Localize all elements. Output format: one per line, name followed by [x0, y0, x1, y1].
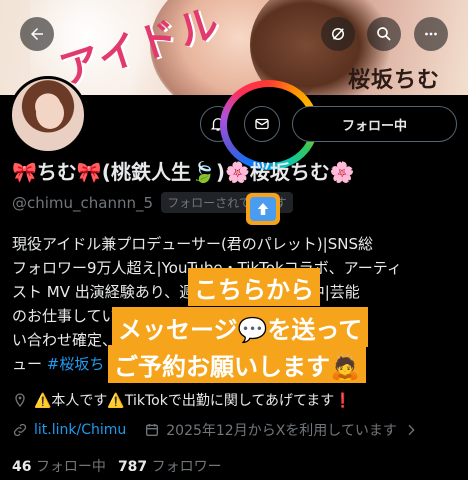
location-text: ⚠️本人です⚠️TikTokで出勤に関してあげてます❗: [34, 393, 352, 409]
overlay-caption-line1: こちらから: [188, 268, 320, 306]
link-icon: [13, 423, 27, 437]
hashtag-link[interactable]: #桜坂ち: [47, 355, 105, 373]
handle: @chimu_channn_5: [12, 193, 154, 212]
followers-stat[interactable]: 787 フォロワー: [118, 456, 222, 476]
followers-count: 787: [117, 459, 148, 475]
profile-link[interactable]: lit.link/Chimu: [34, 422, 126, 438]
mail-icon: [255, 118, 269, 130]
message-button[interactable]: [244, 106, 280, 142]
notification-off-icon: [332, 28, 344, 40]
up-arrow-sticker: [246, 193, 280, 225]
bio-line: ュー: [12, 355, 47, 373]
up-arrow-icon: [257, 203, 269, 215]
followers-label: フォロワー: [151, 459, 222, 475]
search-icon: [377, 27, 391, 41]
avatar-face: [36, 97, 64, 129]
location-row: ⚠️本人です⚠️TikTokで出勤に関してあげてます❗: [12, 390, 352, 410]
following-count: 46: [12, 459, 32, 475]
back-arrow-icon: [31, 28, 43, 40]
more-icon: [425, 32, 437, 36]
overlay-caption-line2: メッセージ💬を送って: [112, 307, 369, 347]
following-label: フォロー中: [35, 459, 106, 475]
profile-banner[interactable]: アイドル 桜坂ちむ: [0, 0, 468, 95]
location-pin-icon: [15, 393, 25, 408]
following-stat[interactable]: 46 フォロー中: [12, 456, 106, 476]
chevron-right-icon[interactable]: [403, 422, 419, 438]
banner-name-text: 桜坂ちむ: [348, 68, 441, 93]
search-button[interactable]: [367, 17, 401, 51]
more-button[interactable]: [414, 17, 448, 51]
overlay-caption-line3: ご予約お願いします🙇: [108, 345, 366, 383]
bio-line: 現役アイドル兼プロデューサー(君のパレット)|SNS総: [12, 235, 373, 253]
display-name: 🎀ちむ🎀(桃鉄人生🍃)🌸桜坂ちむ🌸: [12, 160, 355, 184]
link-joined-row: lit.link/Chimu 2025年12月からXを利用しています: [12, 420, 419, 440]
calendar-icon: [146, 424, 159, 436]
notifications-off-button[interactable]: [321, 17, 355, 51]
joined-date: 2025年12月からXを利用しています: [166, 423, 397, 439]
back-button[interactable]: [20, 17, 54, 51]
follow-stats: 46 フォロー中 787 フォロワー: [12, 456, 222, 476]
following-button[interactable]: フォロー中: [292, 106, 457, 142]
avatar[interactable]: [9, 76, 87, 154]
